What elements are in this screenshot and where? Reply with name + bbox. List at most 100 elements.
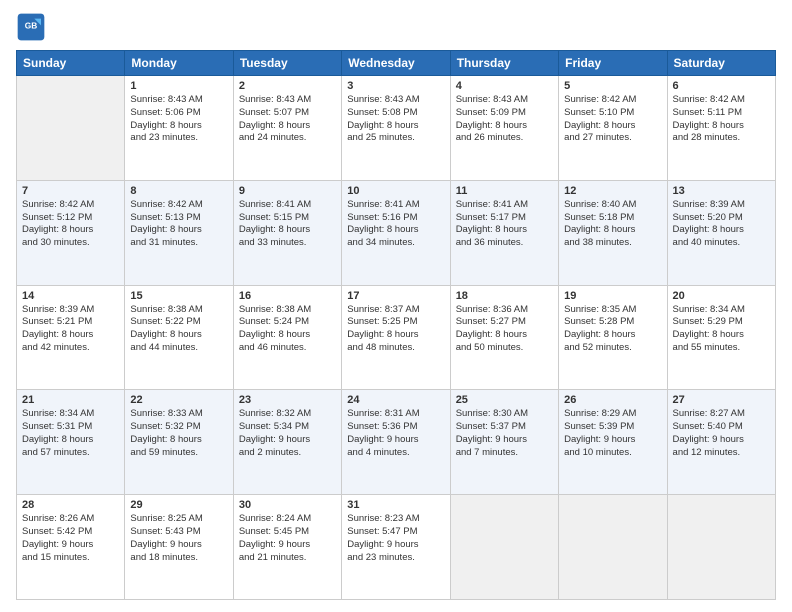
day-info: Sunrise: 8:26 AM Sunset: 5:42 PM Dayligh… [22,513,119,564]
day-number: 26 [564,394,661,406]
calendar-cell: 8Sunrise: 8:42 AM Sunset: 5:13 PM Daylig… [125,180,233,285]
calendar-cell [17,76,125,181]
week-row-2: 7 Sunrise: 8:42 AM Sunset: 5:12 PM Daylig… [17,180,776,285]
day-info: Sunrise: 8:42 AM Sunset: 5:11 PM Dayligh… [673,94,770,145]
day-info: Sunrise: 8:38 AM Sunset: 5:24 PM Dayligh… [239,304,336,355]
day-info: Sunrise: 8:27 AM Sunset: 5:40 PM Dayligh… [673,408,770,459]
day-info: Sunrise: 8:43 AM Sunset: 5:06 PM Dayligh… [130,94,227,145]
day-info: Sunrise: 8:35 AM Sunset: 5:28 PM Dayligh… [564,304,661,355]
day-number: 23 [239,394,336,406]
day-info: Sunrise: 8:34 AM Sunset: 5:31 PM Dayligh… [22,408,119,459]
day-info: Sunrise: 8:41 AM Sunset: 5:15 PM Dayligh… [239,199,336,250]
calendar-cell: 4 Sunrise: 8:43 AM Sunset: 5:09 PM Daylig… [450,76,558,181]
calendar-cell [450,495,558,600]
day-number: 4 [456,80,553,92]
day-info: Sunrise: 8:41 AM Sunset: 5:17 PM Dayligh… [456,199,553,250]
calendar-header-row: SundayMondayTuesdayWednesdayThursdayFrid… [17,51,776,76]
calendar-cell: 17Sunrise: 8:37 AM Sunset: 5:25 PM Dayli… [342,285,450,390]
day-number: 21 [22,394,119,406]
day-info: Sunrise: 8:43 AM Sunset: 5:07 PM Dayligh… [239,94,336,145]
day-number: 25 [456,394,553,406]
week-row-4: 21 Sunrise: 8:34 AM Sunset: 5:31 PM Dayli… [17,390,776,495]
day-number: 3 [347,80,444,92]
calendar-cell: 13 Sunrise: 8:39 AM Sunset: 5:20 PM Dayli… [667,180,775,285]
calendar-cell: 14 Sunrise: 8:39 AM Sunset: 5:21 PM Dayli… [17,285,125,390]
svg-text:GB: GB [25,21,38,31]
header: GB [16,12,776,42]
day-number: 19 [564,290,661,302]
calendar-cell: 9 Sunrise: 8:41 AM Sunset: 5:15 PM Daylig… [233,180,341,285]
day-info: Sunrise: 8:43 AM Sunset: 5:09 PM Dayligh… [456,94,553,145]
week-row-1: 1 Sunrise: 8:43 AM Sunset: 5:06 PM Daylig… [17,76,776,181]
calendar-body: 1 Sunrise: 8:43 AM Sunset: 5:06 PM Daylig… [17,76,776,600]
calendar-cell: 6 Sunrise: 8:42 AM Sunset: 5:11 PM Daylig… [667,76,775,181]
day-info: Sunrise: 8:23 AM Sunset: 5:47 PM Dayligh… [347,513,444,564]
calendar-cell: 16 Sunrise: 8:38 AM Sunset: 5:24 PM Dayli… [233,285,341,390]
day-info: Sunrise: 8:38 AM Sunset: 5:22 PM Dayligh… [130,304,227,355]
day-info: Sunrise: 8:29 AM Sunset: 5:39 PM Dayligh… [564,408,661,459]
column-header-saturday: Saturday [667,51,775,76]
calendar-cell: 1 Sunrise: 8:43 AM Sunset: 5:06 PM Daylig… [125,76,233,181]
day-number: 12 [564,185,661,197]
day-number: 1 [130,80,227,92]
calendar-cell: 11 Sunrise: 8:41 AM Sunset: 5:17 PM Dayli… [450,180,558,285]
calendar-cell: 21 Sunrise: 8:34 AM Sunset: 5:31 PM Dayli… [17,390,125,495]
day-info: Sunrise: 8:43 AM Sunset: 5:08 PM Dayligh… [347,94,444,145]
day-info: Sunrise: 8:42 AM Sunset: 5:10 PM Dayligh… [564,94,661,145]
logo-icon: GB [16,12,46,42]
calendar-cell: 30 Sunrise: 8:24 AM Sunset: 5:45 PM Dayli… [233,495,341,600]
day-number: 22 [130,394,227,406]
column-header-sunday: Sunday [17,51,125,76]
day-number: 30 [239,499,336,511]
day-number: 14 [22,290,119,302]
column-header-thursday: Thursday [450,51,558,76]
day-number: 28 [22,499,119,511]
logo: GB [16,12,50,42]
day-info: Sunrise: 8:30 AM Sunset: 5:37 PM Dayligh… [456,408,553,459]
calendar: SundayMondayTuesdayWednesdayThursdayFrid… [16,50,776,600]
day-number: 6 [673,80,770,92]
day-number: 13 [673,185,770,197]
calendar-cell: 3 Sunrise: 8:43 AM Sunset: 5:08 PM Daylig… [342,76,450,181]
column-header-wednesday: Wednesday [342,51,450,76]
week-row-5: 28 Sunrise: 8:26 AM Sunset: 5:42 PM Dayli… [17,495,776,600]
calendar-cell: 31 Sunrise: 8:23 AM Sunset: 5:47 PM Dayli… [342,495,450,600]
calendar-cell [667,495,775,600]
day-number: 5 [564,80,661,92]
day-info: Sunrise: 8:40 AM Sunset: 5:18 PM Dayligh… [564,199,661,250]
day-number: 20 [673,290,770,302]
week-row-3: 14 Sunrise: 8:39 AM Sunset: 5:21 PM Dayli… [17,285,776,390]
day-info: Sunrise: 8:39 AM Sunset: 5:20 PM Dayligh… [673,199,770,250]
calendar-cell: 24Sunrise: 8:31 AM Sunset: 5:36 PM Dayli… [342,390,450,495]
day-info: Sunrise: 8:42 AM Sunset: 5:12 PM Dayligh… [22,199,119,250]
day-info: Sunrise: 8:32 AM Sunset: 5:34 PM Dayligh… [239,408,336,459]
calendar-cell: 23 Sunrise: 8:32 AM Sunset: 5:34 PM Dayli… [233,390,341,495]
day-number: 16 [239,290,336,302]
calendar-cell: 25 Sunrise: 8:30 AM Sunset: 5:37 PM Dayli… [450,390,558,495]
day-info: Sunrise: 8:34 AM Sunset: 5:29 PM Dayligh… [673,304,770,355]
day-number: 9 [239,185,336,197]
calendar-cell: 28 Sunrise: 8:26 AM Sunset: 5:42 PM Dayli… [17,495,125,600]
calendar-cell: 27Sunrise: 8:27 AM Sunset: 5:40 PM Dayli… [667,390,775,495]
day-number: 24 [347,394,444,406]
day-number: 31 [347,499,444,511]
day-number: 11 [456,185,553,197]
page: GB SundayMondayTuesdayWednesdayThursdayF… [0,0,792,612]
day-info: Sunrise: 8:36 AM Sunset: 5:27 PM Dayligh… [456,304,553,355]
calendar-cell: 5 Sunrise: 8:42 AM Sunset: 5:10 PM Daylig… [559,76,667,181]
calendar-cell: 19 Sunrise: 8:35 AM Sunset: 5:28 PM Dayli… [559,285,667,390]
calendar-cell [559,495,667,600]
day-info: Sunrise: 8:42 AM Sunset: 5:13 PM Dayligh… [130,199,227,250]
day-info: Sunrise: 8:24 AM Sunset: 5:45 PM Dayligh… [239,513,336,564]
day-info: Sunrise: 8:39 AM Sunset: 5:21 PM Dayligh… [22,304,119,355]
day-number: 7 [22,185,119,197]
day-info: Sunrise: 8:25 AM Sunset: 5:43 PM Dayligh… [130,513,227,564]
column-header-monday: Monday [125,51,233,76]
column-header-friday: Friday [559,51,667,76]
day-number: 2 [239,80,336,92]
calendar-cell: 2 Sunrise: 8:43 AM Sunset: 5:07 PM Daylig… [233,76,341,181]
calendar-cell: 22 Sunrise: 8:33 AM Sunset: 5:32 PM Dayli… [125,390,233,495]
day-number: 10 [347,185,444,197]
day-info: Sunrise: 8:33 AM Sunset: 5:32 PM Dayligh… [130,408,227,459]
day-number: 17 [347,290,444,302]
